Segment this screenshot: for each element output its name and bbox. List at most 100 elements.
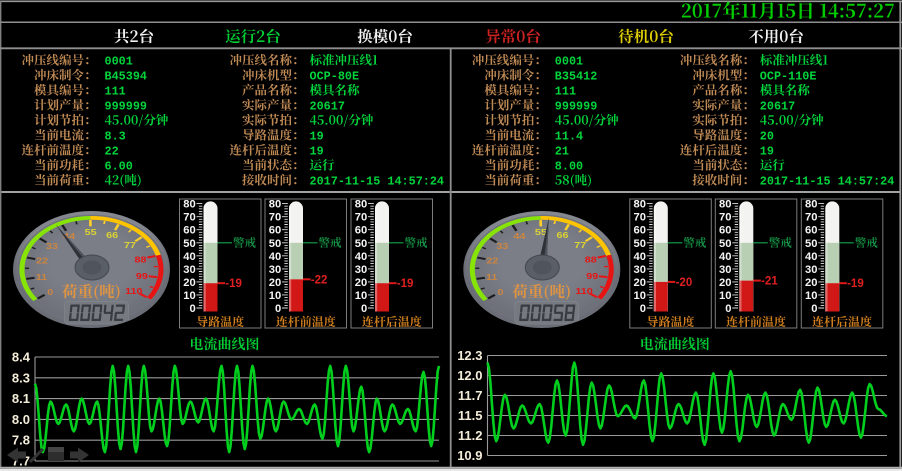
- svg-text:20: 20: [805, 277, 817, 289]
- svg-text:999999: 999999: [105, 100, 147, 114]
- svg-text:12.0: 12.0: [457, 368, 482, 383]
- svg-text:50: 50: [805, 238, 817, 250]
- svg-text:20: 20: [183, 277, 195, 289]
- svg-text:0001: 0001: [105, 55, 133, 69]
- svg-text:2017-11-15 14:57:24: 2017-11-15 14:57:24: [760, 175, 895, 189]
- svg-text:70: 70: [719, 212, 731, 224]
- svg-text:99: 99: [136, 272, 148, 281]
- svg-text:20: 20: [355, 277, 367, 289]
- svg-text:B45394: B45394: [105, 70, 147, 84]
- svg-text:80: 80: [634, 199, 646, 211]
- svg-text:70: 70: [183, 212, 195, 224]
- svg-text:0: 0: [811, 303, 817, 315]
- svg-text:70: 70: [634, 212, 646, 224]
- svg-text:20: 20: [634, 277, 646, 289]
- svg-text:40: 40: [183, 251, 195, 263]
- svg-text:60: 60: [805, 225, 817, 237]
- svg-text:40: 40: [269, 251, 281, 263]
- svg-text:80: 80: [269, 199, 281, 211]
- svg-text:40: 40: [355, 251, 367, 263]
- svg-text:30: 30: [355, 264, 367, 276]
- svg-text:60: 60: [269, 225, 281, 237]
- svg-text:0: 0: [725, 303, 731, 315]
- svg-text:19: 19: [310, 145, 324, 159]
- svg-text:22: 22: [486, 257, 498, 266]
- svg-text:33: 33: [496, 242, 508, 251]
- svg-text:-19: -19: [847, 278, 864, 290]
- svg-text:10: 10: [805, 290, 817, 302]
- svg-text:50: 50: [719, 238, 731, 250]
- svg-text:-22: -22: [311, 274, 328, 286]
- svg-text:111: 111: [555, 85, 576, 99]
- svg-text:20: 20: [760, 130, 774, 144]
- svg-text:80: 80: [355, 199, 367, 211]
- svg-text:99: 99: [586, 272, 598, 281]
- svg-text:55: 55: [85, 228, 98, 237]
- svg-text:21: 21: [555, 145, 569, 159]
- svg-text:0: 0: [361, 303, 367, 315]
- svg-text:OCP-110E: OCP-110E: [760, 70, 817, 84]
- svg-text:30: 30: [719, 264, 731, 276]
- svg-text:19: 19: [760, 145, 774, 159]
- svg-text:30: 30: [269, 264, 281, 276]
- svg-text:0: 0: [275, 303, 281, 315]
- svg-text:70: 70: [269, 212, 281, 224]
- svg-text:30: 30: [805, 264, 817, 276]
- svg-text:40: 40: [719, 251, 731, 263]
- svg-text:10: 10: [269, 290, 281, 302]
- svg-text:60: 60: [355, 225, 367, 237]
- svg-text:60: 60: [634, 225, 646, 237]
- svg-text:8.3: 8.3: [12, 370, 30, 385]
- svg-text:-21: -21: [761, 276, 778, 288]
- svg-text:11.4: 11.4: [555, 130, 583, 144]
- svg-text:77: 77: [574, 241, 586, 250]
- svg-text:19: 19: [310, 130, 324, 144]
- svg-text:50: 50: [183, 238, 195, 250]
- svg-text:60: 60: [183, 225, 195, 237]
- svg-text:0: 0: [189, 303, 195, 315]
- svg-text:11.2: 11.2: [458, 428, 483, 443]
- svg-text:80: 80: [183, 199, 195, 211]
- svg-text:50: 50: [269, 238, 281, 250]
- svg-text:66: 66: [106, 231, 118, 240]
- svg-text:22: 22: [36, 257, 48, 266]
- svg-text:11.7: 11.7: [458, 388, 483, 403]
- svg-text:88: 88: [134, 256, 146, 265]
- svg-text:88: 88: [585, 256, 597, 265]
- svg-text:999999: 999999: [555, 100, 597, 114]
- svg-text:110: 110: [125, 287, 142, 296]
- svg-text:110: 110: [575, 287, 592, 296]
- svg-text:10.9: 10.9: [457, 448, 482, 463]
- svg-text:111: 111: [105, 85, 126, 99]
- svg-text:7.8: 7.8: [12, 433, 30, 448]
- svg-text:2017-11-15 14:57:24: 2017-11-15 14:57:24: [310, 175, 445, 189]
- svg-text:8.1: 8.1: [12, 391, 30, 406]
- svg-text:0001: 0001: [555, 55, 583, 69]
- svg-text:-19: -19: [225, 278, 242, 290]
- svg-text:10: 10: [719, 290, 731, 302]
- svg-text:70: 70: [805, 212, 817, 224]
- svg-text:30: 30: [634, 264, 646, 276]
- svg-text:20: 20: [269, 277, 281, 289]
- svg-text:0: 0: [640, 303, 646, 315]
- svg-text:10: 10: [355, 290, 367, 302]
- svg-text:B35412: B35412: [555, 70, 597, 84]
- svg-text:10: 10: [634, 290, 646, 302]
- svg-text:-19: -19: [397, 278, 414, 290]
- svg-text:8.00: 8.00: [555, 160, 583, 174]
- svg-text:30: 30: [183, 264, 195, 276]
- svg-text:12.3: 12.3: [457, 348, 482, 363]
- svg-text:80: 80: [805, 199, 817, 211]
- svg-text:8.3: 8.3: [105, 130, 126, 144]
- svg-text:0: 0: [497, 288, 503, 297]
- svg-text:20617: 20617: [310, 100, 345, 114]
- svg-text:50: 50: [634, 238, 646, 250]
- svg-text:22: 22: [105, 145, 119, 159]
- svg-text:6.00: 6.00: [105, 160, 133, 174]
- svg-text:40: 40: [634, 251, 646, 263]
- svg-text:80: 80: [719, 199, 731, 211]
- svg-text:33: 33: [46, 242, 58, 251]
- svg-text:66: 66: [556, 231, 568, 240]
- svg-text:60: 60: [719, 225, 731, 237]
- svg-text:10: 10: [183, 290, 195, 302]
